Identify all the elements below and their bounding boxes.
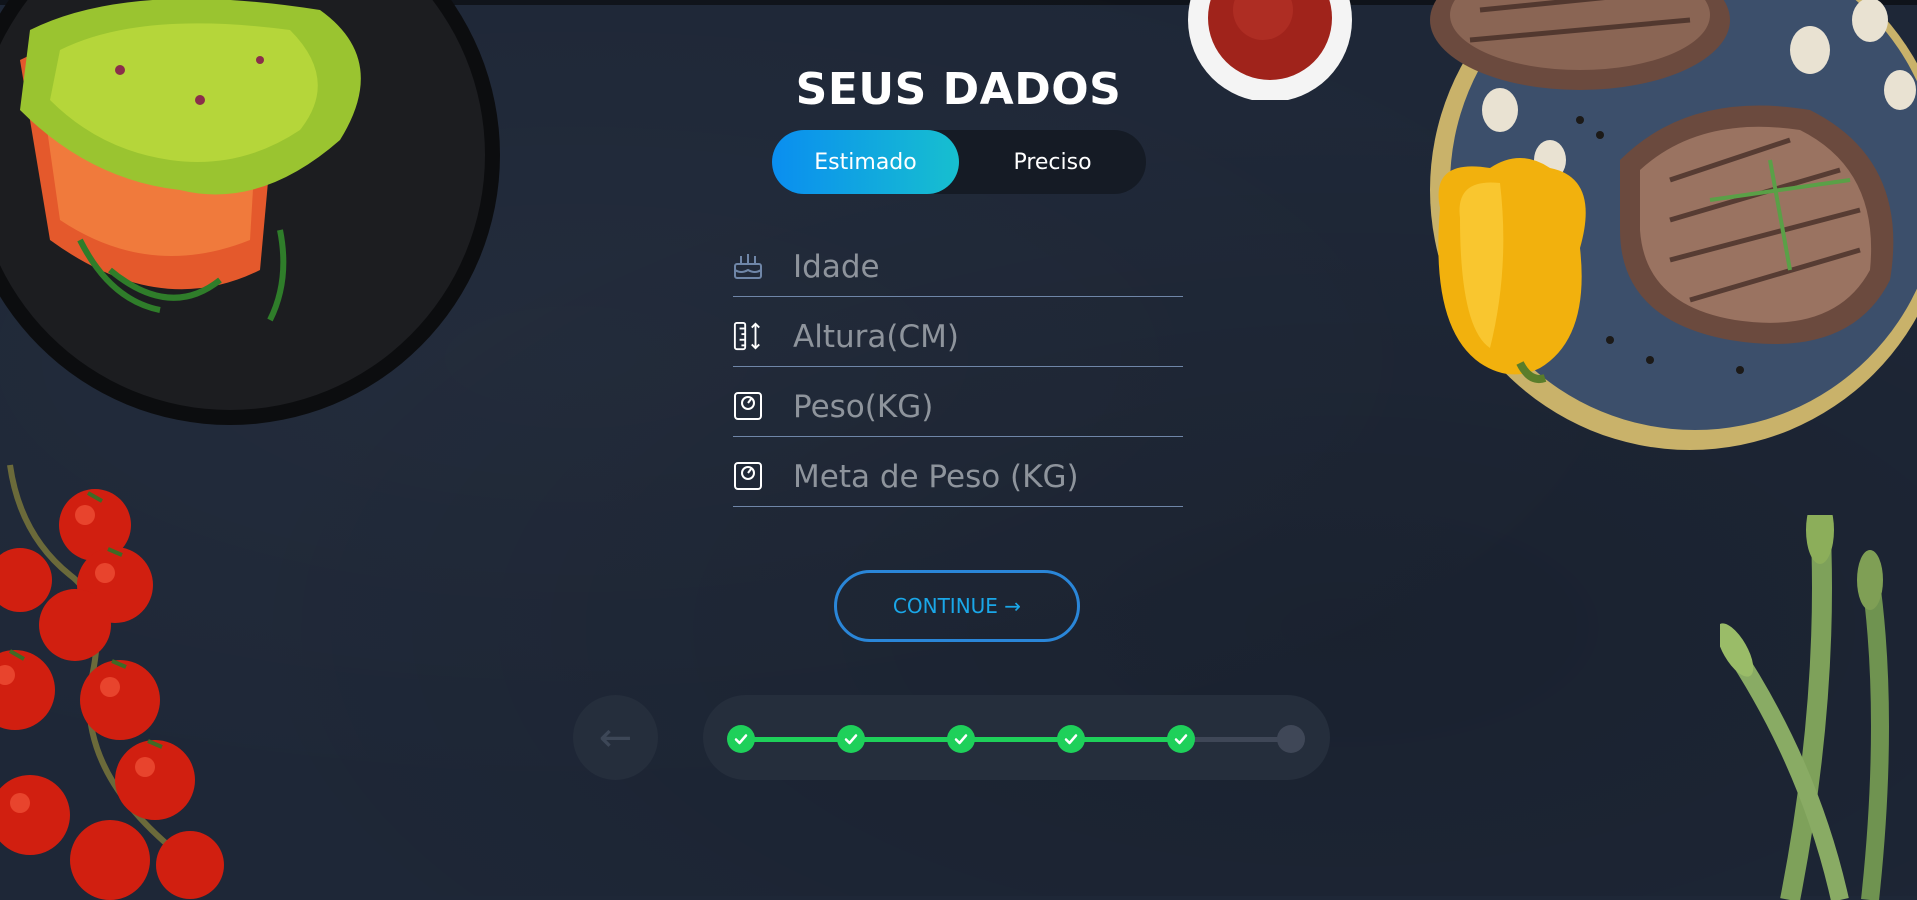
toggle-estimado[interactable]: Estimado <box>772 130 959 194</box>
scale-icon <box>733 460 763 492</box>
weight-input[interactable] <box>791 382 1175 432</box>
step-completed <box>727 725 755 753</box>
height-input[interactable] <box>791 312 1175 362</box>
ruler-height-icon <box>733 320 763 352</box>
age-input[interactable] <box>791 242 1175 292</box>
continue-button[interactable]: CONTINUE → <box>834 570 1080 642</box>
mode-toggle[interactable]: Estimado Preciso <box>772 130 1146 194</box>
toggle-preciso[interactable]: Preciso <box>959 130 1146 194</box>
back-button[interactable]: ← <box>573 695 658 780</box>
weight-field[interactable] <box>733 376 1183 437</box>
step-pending <box>1277 725 1305 753</box>
scale-icon <box>733 390 763 422</box>
step-completed <box>1167 725 1195 753</box>
goal-weight-input[interactable] <box>791 452 1175 502</box>
step-completed <box>1057 725 1085 753</box>
height-field[interactable] <box>733 306 1183 367</box>
step-completed <box>947 725 975 753</box>
age-field[interactable] <box>733 236 1183 297</box>
check-icon <box>1174 734 1188 745</box>
page-title: SEUS DADOS <box>795 64 1122 115</box>
check-icon <box>1064 734 1078 745</box>
check-icon <box>954 734 968 745</box>
step-completed <box>837 725 865 753</box>
check-icon <box>844 734 858 745</box>
check-icon <box>734 734 748 745</box>
goal-weight-field[interactable] <box>733 446 1183 507</box>
progress-stepper <box>703 695 1330 780</box>
birthday-cake-icon <box>733 250 763 282</box>
